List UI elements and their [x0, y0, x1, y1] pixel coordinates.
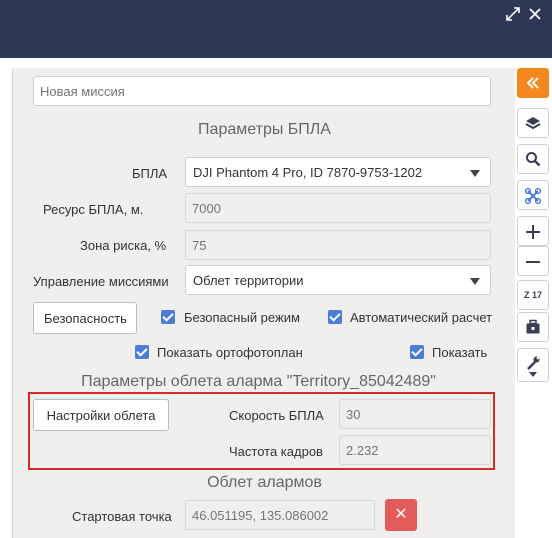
mission-control-value: Облет территории: [193, 273, 304, 288]
briefcase-icon: [526, 319, 540, 334]
close-icon[interactable]: [526, 6, 544, 24]
uav-speed-label: Скорость БПЛА: [229, 408, 324, 423]
chevron-down-icon: [470, 170, 480, 177]
auto-calc-label: Автоматический расчет: [350, 310, 493, 325]
search-icon: [526, 152, 541, 167]
mission-control-select[interactable]: Облет территории: [185, 265, 491, 295]
show-orthophoto-label: Показать ортофотоплан: [157, 345, 303, 360]
bag-button[interactable]: [517, 312, 549, 342]
window-titlebar: [0, 0, 552, 58]
wrench-icon: [527, 356, 540, 370]
frame-rate-label: Частота кадров: [229, 444, 323, 459]
resource-input[interactable]: [185, 193, 491, 223]
flight-settings-button[interactable]: Настройки облета: [33, 399, 169, 431]
zoom-out-button[interactable]: [517, 246, 549, 276]
resource-label: Ресурс БПЛА, м.: [43, 202, 144, 217]
collapse-panel-button[interactable]: [517, 68, 549, 98]
risk-zone-label: Зона риска, %: [80, 238, 167, 253]
uav-speed-input[interactable]: [339, 399, 491, 429]
double-chevron-left-icon: [526, 77, 539, 89]
minus-icon: [526, 261, 540, 263]
close-icon: ✕: [394, 506, 408, 523]
show-orthophoto-checkbox[interactable]: [135, 345, 149, 359]
auto-calc-checkbox[interactable]: [328, 310, 342, 324]
show-checkbox[interactable]: [410, 345, 424, 359]
search-button[interactable]: [517, 144, 549, 174]
expand-icon[interactable]: [504, 6, 522, 24]
zoom-in-button[interactable]: [517, 216, 549, 246]
drone-icon: [524, 187, 542, 205]
start-point-label: Стартовая точка: [72, 509, 172, 524]
layers-icon: [525, 117, 541, 130]
mission-name-input[interactable]: [33, 76, 491, 106]
tools-button[interactable]: [517, 348, 549, 382]
alarm-flight-title: Параметры облета аларма "Territory_85042…: [81, 373, 436, 390]
uav-params-title: Параметры БПЛА: [198, 121, 331, 138]
safe-mode-checkbox[interactable]: [161, 310, 175, 324]
drone-button[interactable]: [517, 180, 549, 210]
safe-mode-label: Безопасный режим: [184, 310, 300, 325]
plus-icon: [526, 225, 540, 239]
show-label: Показать: [432, 345, 488, 360]
safety-button[interactable]: Безопасность: [33, 302, 137, 334]
uav-label: БПЛА: [132, 166, 168, 181]
chevron-down-icon: [529, 372, 537, 377]
start-point-input[interactable]: [185, 500, 375, 530]
zoom-level-indicator: Z 17: [517, 280, 549, 310]
layers-button[interactable]: [517, 108, 549, 138]
alarms-flight-title: Облет алармов: [207, 474, 322, 491]
risk-zone-input[interactable]: [185, 230, 491, 260]
chevron-down-icon: [470, 278, 480, 285]
map-toolbar: Z 17: [517, 68, 549, 388]
uav-select[interactable]: DJI Phantom 4 Pro, ID 7870-9753-1202: [185, 157, 491, 187]
delete-start-point-button[interactable]: ✕: [385, 499, 417, 531]
mission-control-label: Управление миссиями: [33, 274, 169, 289]
frame-rate-input[interactable]: [339, 435, 491, 465]
mission-panel: Параметры БПЛА БПЛА DJI Phantom 4 Pro, I…: [12, 68, 515, 538]
uav-select-value: DJI Phantom 4 Pro, ID 7870-9753-1202: [193, 165, 423, 180]
